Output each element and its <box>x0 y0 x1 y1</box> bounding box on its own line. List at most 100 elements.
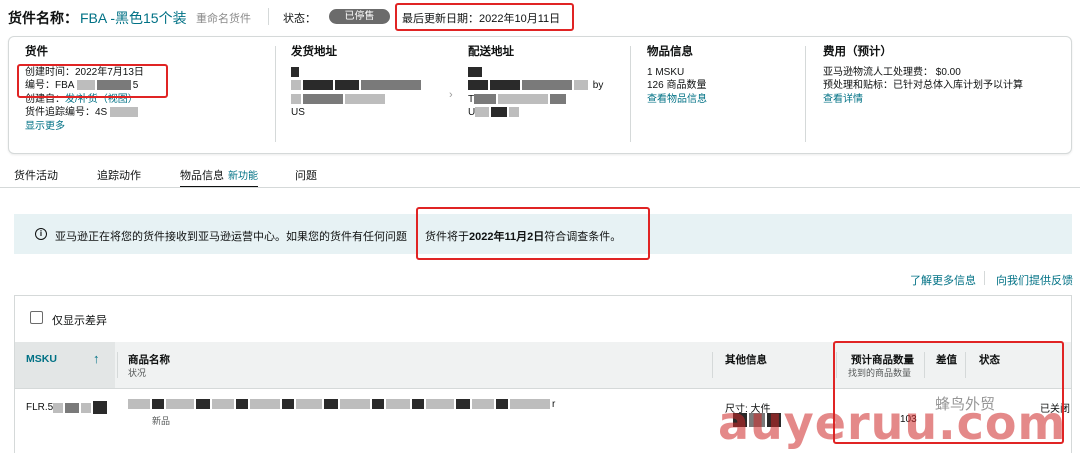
arrow-up-icon[interactable]: ↑ <box>93 351 100 366</box>
expected-quantity-column-header: 预计商品数量 <box>851 354 914 366</box>
redaction <box>474 93 497 104</box>
tracking-label: 货件追踪编号：4S <box>25 107 108 118</box>
redaction <box>335 80 359 91</box>
shipment-column: 货件 创建时间：2022年7月13日 编号：FBA 5 创建自：发/补货（视图）… <box>25 46 144 133</box>
redaction <box>303 93 343 104</box>
chevron-right-icon: › <box>449 89 453 101</box>
redaction <box>291 66 299 77</box>
redaction <box>490 80 520 91</box>
show-more-link[interactable]: 显示更多 <box>25 120 144 134</box>
redaction <box>498 93 549 104</box>
new-feature-badge: 新功能 <box>228 171 258 182</box>
ship-from-heading: 发货地址 <box>291 46 337 58</box>
condition-column-header: 状况 <box>128 368 147 378</box>
divider <box>275 46 276 142</box>
alert-date-bold: 2022年11月2日 <box>469 231 545 243</box>
tracking-number: 货件追踪编号：4S <box>25 106 144 120</box>
redaction <box>574 80 588 91</box>
redaction <box>53 402 64 413</box>
redaction <box>282 399 294 410</box>
redaction <box>110 107 139 118</box>
shipment-heading: 货件 <box>25 46 48 58</box>
table-row-condition: 新品 <box>152 416 171 426</box>
tab-divider <box>0 187 1080 188</box>
ship-to-line-2: by <box>468 79 603 93</box>
redaction <box>522 80 572 91</box>
ship-from-line-2 <box>291 79 423 93</box>
view-fee-details-link[interactable]: 查看详情 <box>823 93 1023 107</box>
ship-to-heading: 配送地址 <box>468 46 514 58</box>
manual-fee-label: 亚马逊物流人工处理费： <box>823 66 933 78</box>
redaction <box>550 93 567 104</box>
shipment-number: 编号：FBA 5 <box>25 79 144 93</box>
redaction <box>250 399 280 410</box>
created-from-label: 创建自： <box>25 93 65 105</box>
redaction <box>128 399 150 410</box>
checkbox-icon[interactable] <box>30 311 43 324</box>
tab-item-info[interactable]: 物品信息 新功能 <box>180 167 258 188</box>
msku-header-cell[interactable] <box>15 342 115 388</box>
redaction <box>468 66 482 77</box>
table-row-product-name: r <box>128 399 555 410</box>
product-name-column-header: 商品名称 <box>128 354 170 366</box>
ship-from-line-3 <box>291 93 423 107</box>
redaction <box>96 80 131 91</box>
divider <box>924 352 925 378</box>
redaction <box>291 93 301 104</box>
row-divider <box>15 388 1071 389</box>
redaction <box>81 402 92 413</box>
status-label: 状态： <box>283 13 316 25</box>
unit-count: 126 商品数量 <box>647 80 707 91</box>
redaction <box>412 399 424 410</box>
fees-column: 费用（预计） 亚马逊物流人工处理费： $0.00 预处理和贴标：已针对总体入库计… <box>823 46 1023 106</box>
ship-to-line-3: T <box>468 93 603 107</box>
divider <box>836 352 837 378</box>
redaction <box>93 401 108 414</box>
ship-from-column: 发货地址 US <box>291 46 423 120</box>
msku-column-header[interactable]: MSKU <box>26 353 57 365</box>
show-discrepancies-label[interactable]: 仅显示差异 <box>52 312 107 328</box>
redaction <box>166 399 194 410</box>
alert-date-suffix: 符合调查条件。 <box>544 231 622 243</box>
redaction <box>196 399 210 410</box>
redaction <box>509 107 520 118</box>
ship-to-line-4-prefix: U <box>468 107 476 118</box>
divider <box>805 46 806 142</box>
redaction <box>496 399 508 410</box>
status-column-header: 状态 <box>979 354 1000 366</box>
found-quantity-column-header: 找到的商品数量 <box>848 368 912 378</box>
status-badge: 已停售 <box>329 9 390 24</box>
prep-fee-label: 预处理和贴标： <box>823 80 893 91</box>
watermark-brand: 蜂鸟外贸 <box>935 396 996 413</box>
prep-labeling-fee: 预处理和贴标：已针对总体入库计划予以计算 <box>823 79 1023 93</box>
shipment-number-label: 编号：FBA <box>25 80 74 91</box>
redaction <box>303 80 333 91</box>
rename-shipment-link[interactable]: 重命名货件 <box>196 10 251 26</box>
alert-date-prefix: 货件将于 <box>425 231 469 243</box>
items-heading: 物品信息 <box>647 46 693 58</box>
created-date: 创建时间：2022年7月13日 <box>25 66 144 78</box>
shipment-name: FBA -黑色15个装 <box>80 10 187 26</box>
tab-track-actions[interactable]: 追踪动作 <box>97 167 141 183</box>
created-from: 创建自：发/补货（视图） <box>25 93 144 107</box>
redaction <box>152 399 164 410</box>
redaction <box>472 399 494 410</box>
tab-problems[interactable]: 问题 <box>295 167 317 183</box>
created-from-link[interactable]: 发/补货（视图） <box>65 94 138 105</box>
redaction <box>491 107 508 118</box>
tab-shipment-events[interactable]: 货件活动 <box>14 167 58 183</box>
redaction <box>340 399 370 410</box>
learn-more-link[interactable]: 了解更多信息 <box>910 272 976 288</box>
divider <box>117 352 118 378</box>
ship-to-line-1 <box>468 66 603 80</box>
view-items-link[interactable]: 查看物品信息 <box>647 93 707 107</box>
last-updated-date: 最后更新日期：2022年10月11日 <box>402 13 561 25</box>
watermark: auyeruu.com <box>718 396 1067 450</box>
manual-processing-fee: 亚马逊物流人工处理费： $0.00 <box>823 66 1023 80</box>
divider <box>630 46 631 142</box>
ship-to-line-2-tail: by <box>592 80 604 91</box>
feedback-link[interactable]: 向我们提供反馈 <box>996 272 1073 288</box>
redaction <box>291 80 301 91</box>
other-info-column-header: 其他信息 <box>725 354 767 366</box>
redaction <box>426 399 454 410</box>
